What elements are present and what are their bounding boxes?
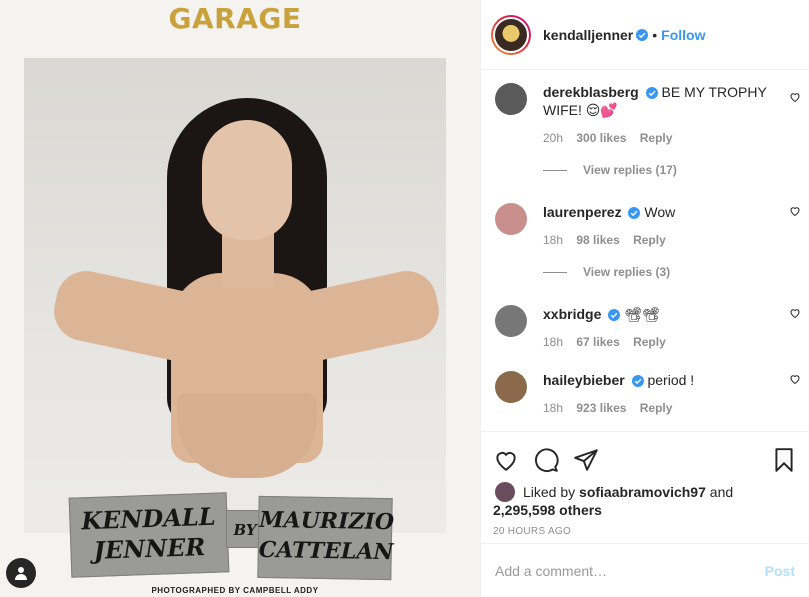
reply-button[interactable]: Reply (640, 401, 673, 415)
post-header: kendalljenner • Follow (481, 0, 809, 70)
comment-item: xxbridge 📽📽 18h 67 likes Reply (481, 305, 809, 349)
bookmark-icon[interactable] (771, 447, 797, 473)
tape-line-3: MAURIZIO (259, 506, 395, 536)
comment-body: period ! (647, 372, 695, 388)
photo-credit: PHOTOGRAPHED BY CAMPBELL ADDY (151, 586, 319, 595)
like-comment-icon[interactable] (789, 373, 801, 385)
comment-likes[interactable]: 300 likes (576, 131, 626, 145)
tape-line-4: CATTELAN (258, 536, 394, 566)
view-replies-label: View replies (3) (583, 265, 671, 279)
share-icon[interactable] (573, 447, 599, 473)
liked-by-and: and (709, 484, 734, 500)
user-icon (15, 567, 27, 580)
follow-button[interactable]: Follow (661, 27, 705, 43)
verified-icon (645, 87, 658, 100)
comment-meta: 18h 923 likes Reply (543, 401, 779, 415)
comment-item: derekblasberg BE MY TROPHY WIFE! 😌💕 20h … (481, 83, 809, 145)
comment-item: haileybieber period ! 18h 923 likes Repl… (481, 371, 809, 415)
reply-button[interactable]: Reply (633, 233, 666, 247)
view-replies-button[interactable]: View replies (17) (543, 163, 809, 177)
view-replies-label: View replies (17) (583, 163, 677, 177)
comment-input[interactable]: Add a comment… (495, 563, 765, 579)
comment-meta: 20h 300 likes Reply (543, 131, 779, 145)
avatar[interactable] (491, 14, 531, 55)
liked-by-user[interactable]: sofiaabramovich97 (579, 484, 706, 500)
comment-text: xxbridge 📽📽 (543, 305, 779, 323)
comment-time[interactable]: 18h (543, 335, 563, 349)
comment-avatar[interactable] (495, 83, 527, 115)
likes-count[interactable]: 2,295,598 others (493, 502, 797, 518)
tape-label-left: KENDALL JENNER (68, 492, 230, 578)
add-comment-bar: Add a comment… Post (481, 543, 809, 597)
photo-belly (177, 393, 317, 478)
comment-likes[interactable]: 98 likes (576, 233, 619, 247)
comment-username[interactable]: derekblasberg (543, 84, 639, 100)
photo-face (202, 120, 292, 240)
post-sidebar: kendalljenner • Follow derekblasberg BE … (480, 0, 809, 597)
comment-text: laurenperez Wow (543, 203, 779, 221)
comment-avatar[interactable] (495, 305, 527, 337)
liked-by: Liked by sofiaabramovich97 and (493, 482, 797, 502)
post-button[interactable]: Post (765, 563, 795, 579)
author-username[interactable]: kendalljenner (543, 27, 633, 43)
verified-icon (636, 28, 649, 41)
tape-line-2: JENNER (93, 532, 206, 565)
like-comment-icon[interactable] (789, 307, 801, 319)
post-actions: Liked by sofiaabramovich97 and 2,295,598… (481, 431, 809, 537)
cover-photo (24, 58, 446, 533)
comment-body: 📽📽 (624, 306, 660, 322)
verified-icon (608, 309, 621, 322)
post-timestamp[interactable]: 20 HOURS AGO (493, 526, 797, 537)
comment-time[interactable]: 18h (543, 233, 563, 247)
like-comment-icon[interactable] (789, 205, 801, 217)
verified-icon (628, 207, 641, 220)
liked-by-prefix: Liked by (523, 484, 576, 500)
reply-button[interactable]: Reply (633, 335, 666, 349)
comment-item: laurenperez Wow 18h 98 likes Reply (481, 203, 809, 247)
liker-avatar[interactable] (495, 482, 515, 502)
comment-time[interactable]: 20h (543, 131, 563, 145)
comment-avatar[interactable] (495, 203, 527, 235)
comment-username[interactable]: xxbridge (543, 306, 601, 322)
comment-time[interactable]: 18h (543, 401, 563, 415)
comment-text: derekblasberg BE MY TROPHY WIFE! 😌💕 (543, 83, 779, 119)
comment-meta: 18h 98 likes Reply (543, 233, 779, 247)
reply-button[interactable]: Reply (640, 131, 673, 145)
comment-list[interactable]: derekblasberg BE MY TROPHY WIFE! 😌💕 20h … (481, 71, 809, 431)
comment-avatar[interactable] (495, 371, 527, 403)
comment-meta: 18h 67 likes Reply (543, 335, 779, 349)
comment-body: Wow (644, 204, 676, 220)
verified-icon (631, 375, 644, 388)
action-bar (493, 440, 797, 480)
divider (543, 271, 567, 273)
comment-likes[interactable]: 923 likes (576, 401, 626, 415)
comment-likes[interactable]: 67 likes (576, 335, 619, 349)
post-image[interactable]: GARAGE KENDALL JENNER BY MAURIZIO CATTEL… (0, 0, 480, 597)
tape-label-right: MAURIZIO CATTELAN (257, 495, 395, 581)
divider (543, 169, 567, 171)
comment-icon[interactable] (533, 447, 559, 473)
heart-icon[interactable] (493, 447, 519, 473)
view-replies-button[interactable]: View replies (3) (543, 265, 809, 279)
like-comment-icon[interactable] (789, 91, 801, 103)
magazine-title: GARAGE (168, 2, 302, 35)
comment-username[interactable]: haileybieber (543, 372, 625, 388)
tagged-users-button[interactable] (6, 558, 36, 588)
comment-username[interactable]: laurenperez (543, 204, 622, 220)
separator: • (652, 26, 658, 43)
comment-text: haileybieber period ! (543, 371, 779, 389)
